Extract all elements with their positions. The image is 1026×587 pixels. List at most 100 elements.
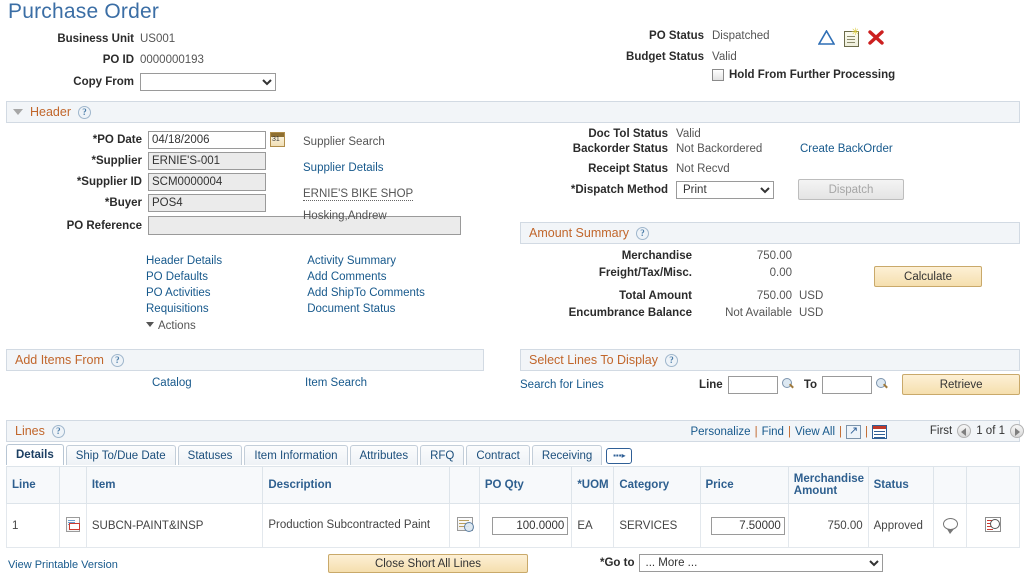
grid-icon[interactable] — [872, 425, 887, 439]
col-price[interactable]: Price — [700, 467, 788, 504]
cell-po-qty — [479, 504, 571, 548]
col-icon-1 — [59, 467, 86, 504]
delete-x-icon[interactable] — [868, 30, 884, 48]
top-action-icons — [818, 30, 884, 48]
actions-triangle-icon[interactable] — [146, 322, 154, 327]
buyer-input[interactable] — [148, 194, 266, 212]
po-qty-input[interactable] — [492, 517, 568, 535]
total-amount-row: Total Amount 750.00 USD — [520, 288, 1020, 303]
receipt-status-row: Receipt Status Not Recvd — [520, 163, 1026, 175]
supplier-id-label: *Supplier ID — [0, 176, 148, 188]
header-right-statuses: Doc Tol Status Valid Backorder Status No… — [520, 128, 1026, 203]
line-document-icon[interactable] — [66, 517, 80, 532]
select-lines-help-icon[interactable]: ? — [665, 354, 678, 367]
calendar-icon[interactable] — [270, 132, 285, 147]
col-merchandise-amount[interactable]: Merchandise Amount — [788, 467, 868, 504]
tab-statuses[interactable]: Statuses — [178, 445, 243, 465]
dispatch-method-select[interactable]: Print — [676, 181, 774, 199]
cell-detail-icon — [450, 504, 479, 548]
popout-icon[interactable] — [846, 425, 861, 439]
actions-label[interactable]: Actions — [158, 320, 196, 332]
lines-label: Lines — [15, 424, 45, 438]
col-description[interactable]: Description — [263, 467, 450, 504]
pager-prev-icon[interactable] — [957, 424, 971, 438]
tab-rfq[interactable]: RFQ — [420, 445, 464, 465]
tab-receiving[interactable]: Receiving — [532, 445, 603, 465]
personalize-link[interactable]: Personalize — [690, 426, 750, 438]
to-input[interactable] — [822, 376, 872, 394]
item-search-link[interactable]: Item Search — [305, 377, 367, 389]
hold-checkbox[interactable] — [712, 69, 724, 81]
goto-select[interactable]: ... More ... — [639, 554, 883, 572]
calculate-button[interactable]: Calculate — [874, 266, 982, 287]
cell-comment-icon — [933, 504, 967, 548]
warning-triangle-icon[interactable] — [818, 30, 835, 48]
add-items-help-icon[interactable]: ? — [111, 354, 124, 367]
tab-details[interactable]: Details — [6, 444, 64, 465]
budget-status-row: Budget Status Valid — [600, 51, 1026, 63]
tab-contract[interactable]: Contract — [466, 445, 529, 465]
col-status[interactable]: Status — [868, 467, 933, 504]
supplier-id-input[interactable] — [148, 173, 266, 191]
amount-summary-section-bar: Amount Summary ? — [520, 222, 1020, 244]
show-all-columns-icon[interactable]: ▪▪▪▸ — [606, 448, 632, 464]
po-reference-row: PO Reference — [0, 217, 500, 234]
comment-bubble-icon[interactable] — [943, 518, 958, 530]
lines-help-icon[interactable]: ? — [52, 425, 65, 438]
supplier-input[interactable] — [148, 152, 266, 170]
pager-first-label[interactable]: First — [930, 425, 952, 437]
col-uom[interactable]: *UOM — [572, 467, 614, 504]
col-item[interactable]: Item — [86, 467, 263, 504]
tab-item-information[interactable]: Item Information — [244, 445, 347, 465]
col-line[interactable]: Line — [7, 467, 60, 504]
notepad-new-icon[interactable] — [844, 31, 859, 47]
supplier-search-link[interactable]: Supplier Search — [303, 136, 385, 148]
view-all-link[interactable]: View All — [795, 426, 835, 438]
col-icon-4 — [967, 467, 1020, 504]
tab-attributes[interactable]: Attributes — [350, 445, 419, 465]
dispatch-button[interactable]: Dispatch — [798, 179, 904, 200]
supplier-details-link[interactable]: Supplier Details — [303, 162, 384, 174]
po-id-label: PO ID — [0, 54, 140, 66]
help-icon[interactable]: ? — [78, 106, 91, 119]
search-for-lines-link[interactable]: Search for Lines — [520, 379, 689, 391]
tab-ship-to-due-date[interactable]: Ship To/Due Date — [66, 445, 176, 465]
amount-summary-help-icon[interactable]: ? — [636, 227, 649, 240]
add-comments-link[interactable]: Add Comments — [307, 271, 386, 283]
header-details-link[interactable]: Header Details — [146, 255, 222, 267]
close-short-all-lines-button[interactable]: Close Short All Lines — [328, 554, 528, 573]
find-link[interactable]: Find — [762, 426, 784, 438]
schedule-icon[interactable] — [985, 517, 1001, 532]
item-detail-search-icon[interactable] — [457, 517, 473, 531]
col-category[interactable]: Category — [614, 467, 700, 504]
merchandise-row: Merchandise 750.00 — [520, 248, 1020, 263]
po-date-input[interactable] — [148, 131, 266, 149]
lines-grid: Line Item Description PO Qty *UOM Catego… — [6, 466, 1020, 548]
header-links-column-1: Header Details PO Defaults PO Activities… — [146, 253, 304, 334]
add-shipto-comments-link[interactable]: Add ShipTo Comments — [307, 287, 425, 299]
po-activities-link[interactable]: PO Activities — [146, 287, 211, 299]
buyer-name: Hosking,Andrew — [303, 210, 387, 222]
catalog-link[interactable]: Catalog — [152, 377, 192, 389]
retrieve-button[interactable]: Retrieve — [902, 374, 1020, 395]
top-fields-group: Business Unit US001 PO ID 0000000193 Cop… — [0, 30, 520, 94]
supplier-name: ERNIE'S BIKE SHOP — [303, 188, 413, 201]
po-defaults-link[interactable]: PO Defaults — [146, 271, 208, 283]
collapse-triangle-icon[interactable] — [13, 109, 23, 115]
document-status-link[interactable]: Document Status — [307, 303, 395, 315]
to-lookup-icon[interactable] — [876, 378, 888, 391]
create-backorder-link[interactable]: Create BackOrder — [800, 143, 893, 155]
activity-summary-link[interactable]: Activity Summary — [307, 255, 396, 267]
line-lookup-icon[interactable] — [782, 378, 794, 391]
pager-next-icon[interactable] — [1010, 424, 1024, 438]
view-printable-version-link[interactable]: View Printable Version — [8, 559, 118, 571]
requisitions-link[interactable]: Requisitions — [146, 303, 209, 315]
tab-statuses-label: Statuses — [188, 450, 233, 462]
copy-from-select[interactable] — [140, 73, 276, 91]
cell-merchandise-amount: 750.00 — [788, 504, 868, 548]
col-po-qty[interactable]: PO Qty — [479, 467, 571, 504]
header-section-bar[interactable]: Header ? — [6, 101, 1020, 123]
line-input[interactable] — [728, 376, 778, 394]
supplier-id-row: *Supplier ID — [0, 173, 500, 190]
price-input[interactable] — [711, 517, 785, 535]
